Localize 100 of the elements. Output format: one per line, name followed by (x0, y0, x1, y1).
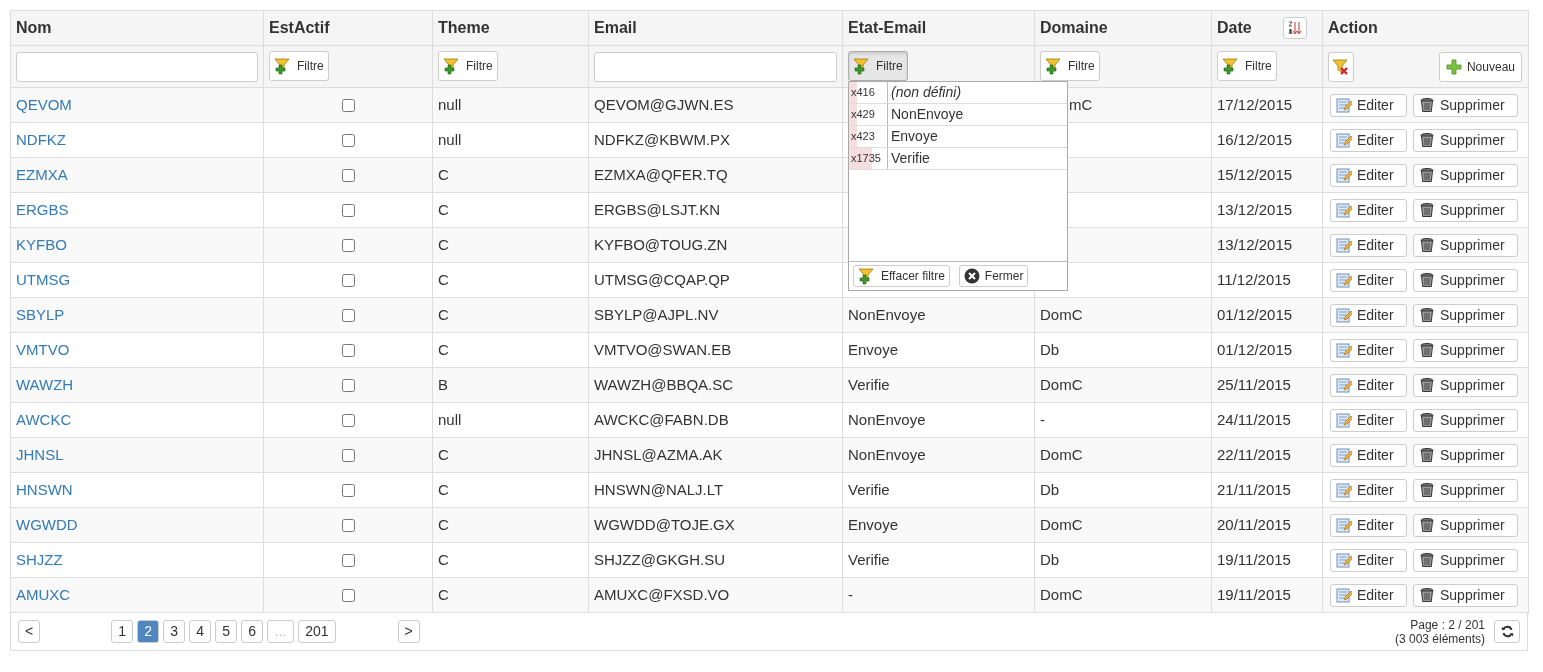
sort-button[interactable] (1283, 17, 1307, 39)
filter-option[interactable]: x416 (non défini) (849, 82, 1067, 104)
active-checkbox[interactable] (341, 379, 355, 393)
filter-input[interactable] (16, 51, 258, 82)
page-info: (3 003 éléments) (1394, 631, 1485, 646)
page-button[interactable]: 5 (215, 620, 238, 643)
edit-icon (1336, 342, 1352, 358)
name-link[interactable]: JHNSL (16, 445, 64, 463)
delete-button[interactable]: Supprimer (1413, 338, 1518, 362)
edit-button[interactable]: Editer (1330, 548, 1407, 572)
edit-button[interactable]: Editer (1330, 93, 1407, 117)
page-button[interactable]: 1 (111, 620, 134, 643)
name-link[interactable]: HNSWN (16, 480, 73, 498)
active-checkbox[interactable] (341, 99, 355, 113)
edit-button[interactable]: Editer (1330, 513, 1407, 537)
active-checkbox[interactable] (341, 554, 355, 568)
active-checkbox[interactable] (341, 274, 355, 288)
name-link[interactable]: AMUXC (16, 585, 71, 603)
active-checkbox[interactable] (341, 169, 355, 183)
active-checkbox[interactable] (341, 134, 355, 148)
trash-icon (1419, 552, 1435, 568)
delete-button[interactable]: Supprimer (1413, 548, 1518, 572)
table-cell: NonEnvoye (848, 410, 926, 428)
table-cell: C (438, 480, 449, 498)
delete-button[interactable]: Supprimer (1413, 268, 1518, 292)
delete-button[interactable]: Supprimer (1413, 303, 1518, 327)
name-link[interactable]: WAWZH (16, 375, 74, 393)
active-checkbox[interactable] (341, 414, 355, 428)
edit-button[interactable]: Editer (1330, 338, 1407, 362)
active-checkbox[interactable] (341, 309, 355, 323)
active-checkbox[interactable] (341, 449, 355, 463)
delete-button[interactable]: Supprimer (1413, 93, 1518, 117)
edit-icon (1336, 482, 1352, 498)
column-header[interactable]: Email (594, 16, 637, 40)
filter-button[interactable]: Filtre (269, 51, 329, 82)
delete-button[interactable]: Supprimer (1413, 583, 1518, 607)
delete-button[interactable]: Supprimer (1413, 443, 1518, 467)
edit-button[interactable]: Editer (1330, 373, 1407, 397)
page-button[interactable]: 3 (163, 620, 186, 643)
name-link[interactable]: NDFKZ (16, 130, 66, 148)
filter-input[interactable] (594, 51, 837, 82)
name-link[interactable]: EZMXA (16, 165, 68, 183)
edit-button[interactable]: Editer (1330, 303, 1407, 327)
filter-button[interactable]: Filtre (848, 51, 908, 82)
column-header[interactable]: Nom (16, 16, 52, 40)
name-link[interactable]: ERGBS (16, 200, 69, 218)
refresh-button[interactable] (1494, 620, 1520, 643)
active-checkbox[interactable] (341, 589, 355, 603)
edit-button[interactable]: Editer (1330, 443, 1407, 467)
edit-button[interactable]: Editer (1330, 198, 1407, 222)
name-link[interactable]: QEVOM (16, 95, 72, 113)
table-cell: 24/11/2015 (1217, 410, 1291, 428)
clear-filter-button[interactable]: Effacer filtre (853, 265, 950, 287)
delete-button[interactable]: Supprimer (1413, 198, 1518, 222)
edit-button[interactable]: Editer (1330, 233, 1407, 257)
clear-filters-button[interactable] (1328, 51, 1354, 82)
edit-button[interactable]: Editer (1330, 128, 1407, 152)
delete-button[interactable]: Supprimer (1413, 128, 1518, 152)
name-link[interactable]: VMTVO (16, 340, 70, 358)
page-button[interactable]: 6 (241, 620, 264, 643)
active-checkbox[interactable] (341, 204, 355, 218)
edit-button[interactable]: Editer (1330, 478, 1407, 502)
active-checkbox[interactable] (341, 344, 355, 358)
active-checkbox[interactable] (341, 519, 355, 533)
delete-button[interactable]: Supprimer (1413, 373, 1518, 397)
active-checkbox[interactable] (341, 484, 355, 498)
close-button[interactable]: Fermer (958, 265, 1029, 287)
column-header[interactable]: Action (1328, 16, 1378, 40)
table-cell: WAWZH@BBQA.SC (594, 375, 734, 393)
edit-button[interactable]: Editer (1330, 408, 1407, 432)
edit-button[interactable]: Editer (1330, 163, 1407, 187)
page-button[interactable]: 2 (137, 620, 160, 643)
page-button[interactable]: 4 (189, 620, 212, 643)
delete-button[interactable]: Supprimer (1413, 408, 1518, 432)
previous-page-button[interactable]: < (18, 620, 41, 643)
name-link[interactable]: WGWDD (16, 515, 78, 533)
name-link[interactable]: KYFBO (16, 235, 67, 253)
name-link[interactable]: SHJZZ (16, 550, 63, 568)
table-cell: ERGBS@LSJT.KN (594, 200, 721, 218)
filter-button[interactable]: Filtre (1040, 51, 1100, 82)
delete-button[interactable]: Supprimer (1413, 478, 1518, 502)
name-link[interactable]: UTMSG (16, 270, 71, 288)
delete-button[interactable]: Supprimer (1413, 163, 1518, 187)
new-button[interactable]: Nouveau (1438, 51, 1522, 82)
edit-button[interactable]: Editer (1330, 583, 1407, 607)
filter-option[interactable]: x1735 Verifie (849, 148, 1067, 170)
name-link[interactable]: AWCKC (16, 410, 72, 428)
delete-button[interactable]: Supprimer (1413, 233, 1518, 257)
page-button[interactable]: 201 (298, 620, 336, 643)
edit-button[interactable]: Editer (1330, 268, 1407, 292)
delete-button[interactable]: Supprimer (1413, 513, 1518, 537)
filter-button[interactable]: Filtre (1217, 51, 1277, 82)
edit-icon (1336, 447, 1352, 463)
filter-button[interactable]: Filtre (438, 51, 498, 82)
next-page-button[interactable]: > (397, 620, 420, 643)
filter-option[interactable]: x429 NonEnvoye (849, 104, 1067, 126)
filter-option[interactable]: x423 Envoye (849, 126, 1067, 148)
active-checkbox[interactable] (341, 239, 355, 253)
name-link[interactable]: SBYLP (16, 305, 65, 323)
table-cell: DomC (1040, 375, 1083, 393)
